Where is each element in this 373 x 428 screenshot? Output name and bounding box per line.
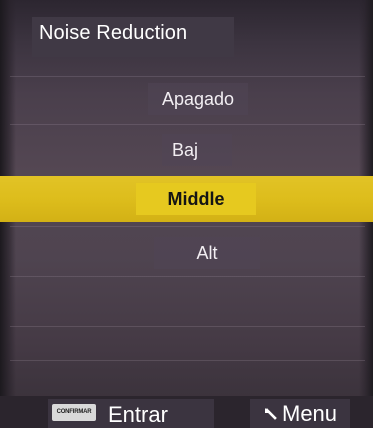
row-divider — [10, 124, 365, 125]
row-divider — [10, 360, 365, 361]
row-divider — [10, 276, 365, 277]
noise-reduction-menu: Noise Reduction Apagado Baj Middle Alt C… — [0, 0, 373, 428]
row-divider — [10, 76, 365, 77]
row-divider — [10, 326, 365, 327]
option-alt[interactable]: Alt — [154, 243, 260, 264]
option-baj[interactable]: Baj — [162, 140, 208, 161]
menu-button[interactable]: Menu — [282, 401, 337, 427]
return-arrow-icon — [265, 408, 277, 420]
option-middle[interactable]: Middle — [136, 189, 256, 210]
row-divider — [10, 226, 365, 227]
confirm-key-icon: CONFIRMAR — [52, 404, 96, 421]
enter-button[interactable]: Entrar — [108, 402, 168, 428]
menu-title: Noise Reduction — [39, 22, 188, 44]
option-apagado[interactable]: Apagado — [148, 89, 248, 110]
